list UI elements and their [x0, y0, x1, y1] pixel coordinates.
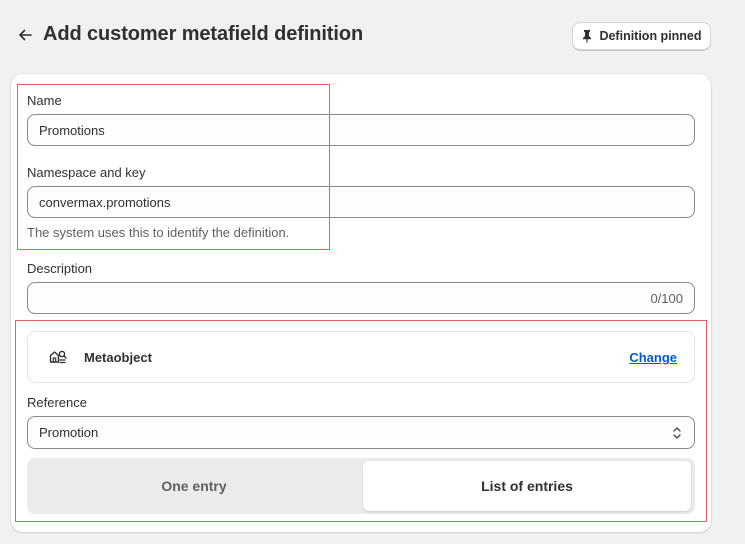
- definition-pinned-button[interactable]: Definition pinned: [572, 22, 711, 50]
- list-of-entries-option[interactable]: List of entries: [363, 461, 691, 511]
- metaobject-icon: [49, 350, 67, 364]
- description-character-counter: 0/100: [650, 290, 683, 306]
- namespace-key-label: Namespace and key: [27, 165, 146, 180]
- page: Add customer metafield definition Defini…: [0, 0, 745, 544]
- description-input[interactable]: 0/100: [27, 282, 695, 314]
- reference-label: Reference: [27, 395, 87, 410]
- select-chevron-icon: [673, 426, 681, 439]
- type-selection-row: Metaobject Change: [27, 331, 695, 383]
- pin-icon: [583, 30, 592, 43]
- reference-select[interactable]: Promotion: [27, 416, 695, 449]
- back-button[interactable]: [14, 24, 36, 46]
- page-title: Add customer metafield definition: [43, 23, 364, 45]
- entries-segmented-control: One entry List of entries: [27, 458, 695, 514]
- name-label: Name: [27, 93, 62, 108]
- type-title: Metaobject: [84, 350, 152, 365]
- change-type-link[interactable]: Change: [629, 350, 677, 365]
- namespace-key-input-value: convermax.promotions: [39, 194, 171, 210]
- page-header: Add customer metafield definition Defini…: [0, 0, 745, 72]
- name-input-value: Promotions: [39, 122, 105, 138]
- namespace-key-input[interactable]: convermax.promotions: [27, 186, 695, 218]
- description-label: Description: [27, 261, 93, 276]
- namespace-key-help-text: The system uses this to identify the def…: [27, 225, 290, 240]
- definition-pinned-label: Definition pinned: [599, 29, 702, 43]
- name-input[interactable]: Promotions: [27, 114, 695, 146]
- arrow-left-icon: [19, 29, 32, 41]
- one-entry-option[interactable]: One entry: [30, 461, 358, 511]
- reference-select-value: Promotion: [39, 425, 99, 440]
